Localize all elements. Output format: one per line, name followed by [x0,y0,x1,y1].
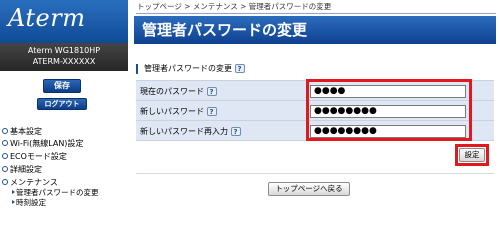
page-title: 管理者パスワードの変更 [134,16,496,44]
logout-button[interactable]: ログアウト [37,98,87,110]
bullet-icon [2,127,8,134]
bullet-icon [2,178,8,185]
brand-header: Aterm [0,0,128,43]
breadcrumb-divider [136,13,496,14]
sidebar: Aterm Aterm WG1810HP ATERM-XXXXXX 保存 ログア… [0,0,128,208]
menu-item-advanced-settings[interactable]: 詳細設定 [2,164,42,175]
arrow-right-icon [12,200,15,204]
help-icon[interactable]: ? [206,107,217,116]
menu-item-basic-settings[interactable]: 基本設定 [2,126,42,137]
device-model: Aterm WG1810HP [27,46,101,55]
highlight-box-inputs [306,79,472,141]
menu-item-wifi-settings[interactable]: Wi-Fi(無線LAN)設定 [2,138,83,149]
arrow-right-icon [12,190,15,194]
section-heading-label: 管理者パスワードの変更 [144,64,232,73]
field-label: 現在のパスワード ? [140,86,217,97]
menu-item-maintenance[interactable]: メンテナンス [2,177,58,188]
submenu-item-time-settings[interactable]: 時刻設定 [12,198,46,208]
help-icon[interactable]: ? [206,87,217,96]
menu-item-label: ECOモード設定 [10,152,67,161]
submenu-item-admin-password[interactable]: 管理者パスワードの変更 [12,188,99,198]
help-icon[interactable]: ? [230,127,241,136]
bullet-icon [2,165,8,172]
section-heading: 管理者パスワードの変更 ? [136,64,496,74]
menu-item-label: 詳細設定 [10,165,42,174]
bullet-icon [2,152,8,159]
save-button[interactable]: 保存 [43,79,81,93]
divider [136,173,494,174]
submenu-item-label: 管理者パスワードの変更 [16,188,99,197]
menu-item-label: Wi-Fi(無線LAN)設定 [10,139,84,148]
breadcrumb[interactable]: トップページ > メンテナンス > 管理者パスワードの変更 [137,2,331,12]
menu-item-label: メンテナンス [10,178,58,187]
help-icon[interactable]: ? [234,64,245,73]
menu-item-eco-mode[interactable]: ECOモード設定 [2,151,67,162]
bullet-icon [2,139,8,146]
device-info: Aterm WG1810HP ATERM-XXXXXX [0,43,128,71]
submit-button[interactable]: 設定 [459,148,485,162]
submenu-item-label: 時刻設定 [16,198,46,207]
back-to-top-button[interactable]: トップページへ戻る [268,182,350,196]
aterm-logo: Aterm [8,4,86,32]
menu-item-label: 基本設定 [10,127,42,136]
device-serial: ATERM-XXXXXX [32,57,96,66]
field-label: 新しいパスワード再入力 ? [140,126,241,137]
field-label: 新しいパスワード ? [140,106,217,117]
